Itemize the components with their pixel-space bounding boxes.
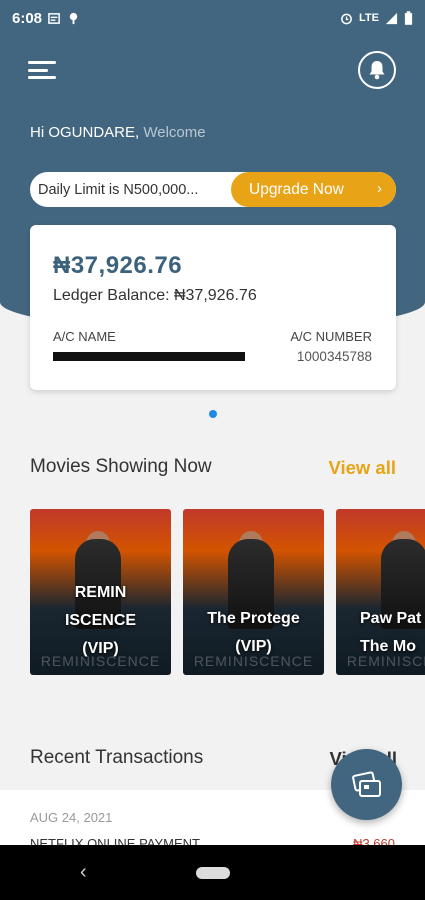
menu-icon-line bbox=[28, 68, 48, 72]
menu-button[interactable] bbox=[28, 58, 56, 82]
cards-icon bbox=[351, 770, 381, 797]
upgrade-label: Upgrade Now bbox=[249, 180, 344, 198]
status-bar: 6:08 LTE bbox=[0, 0, 425, 36]
menu-icon-line bbox=[28, 61, 56, 64]
cards-fab-button[interactable] bbox=[331, 749, 402, 820]
status-time: 6:08 bbox=[12, 9, 43, 27]
movie-card[interactable]: REMIN ISCENCE (VIP) REMINISCENCE bbox=[30, 509, 171, 675]
location-icon bbox=[69, 12, 78, 24]
movies-section-title: Movies Showing Now bbox=[30, 456, 212, 477]
movies-carousel[interactable]: REMIN ISCENCE (VIP) REMINISCENCE The Pro… bbox=[30, 509, 425, 675]
movie-title: REMIN ISCENCE (VIP) bbox=[64, 584, 137, 657]
menu-icon-line bbox=[28, 76, 56, 79]
poster-text: REMINISCENCE bbox=[193, 653, 314, 669]
poster-text: REMINISCENCE bbox=[346, 653, 425, 669]
poster-text: REMINISCENCE bbox=[40, 653, 161, 669]
daily-limit-text: Daily Limit is N500,000... bbox=[38, 181, 199, 198]
home-pill-button[interactable] bbox=[196, 867, 230, 879]
back-icon[interactable]: ‹ bbox=[80, 861, 87, 884]
transaction-date: AUG 24, 2021 bbox=[30, 810, 113, 825]
account-name-label: A/C NAME bbox=[53, 329, 116, 344]
bell-icon bbox=[369, 61, 385, 80]
movies-view-all-link[interactable]: View all bbox=[328, 457, 396, 479]
notifications-button[interactable] bbox=[358, 51, 396, 89]
chevron-right-icon: › bbox=[377, 180, 382, 197]
account-number-label: A/C NUMBER bbox=[290, 329, 372, 344]
account-number: 1000345788 bbox=[296, 349, 372, 364]
greeting-name: Hi OGUNDARE, bbox=[30, 124, 140, 141]
movie-card[interactable]: The Protege (VIP) REMINISCENCE bbox=[183, 509, 324, 675]
greeting: Hi OGUNDARE, Welcome bbox=[30, 124, 206, 141]
alarm-icon bbox=[341, 13, 352, 24]
pager-dot[interactable] bbox=[209, 410, 217, 418]
network-label: LTE bbox=[359, 12, 379, 24]
upgrade-now-button[interactable]: Upgrade Now › bbox=[231, 172, 396, 207]
account-name-redacted bbox=[53, 352, 245, 361]
daily-limit-bar: Daily Limit is N500,000... Upgrade Now › bbox=[30, 172, 396, 207]
balance-card[interactable]: ₦37,926.76 Ledger Balance: ₦37,926.76 A/… bbox=[30, 225, 396, 390]
notification-icon bbox=[48, 12, 60, 24]
system-navigation-bar: ‹ bbox=[0, 845, 425, 900]
signal-icon bbox=[385, 12, 398, 24]
greeting-welcome: Welcome bbox=[143, 124, 206, 141]
movie-card[interactable]: Paw Pat The Mo REMINISCENCE bbox=[336, 509, 425, 675]
available-balance: ₦37,926.76 bbox=[53, 252, 183, 279]
transactions-section-title: Recent Transactions bbox=[30, 747, 204, 768]
ledger-balance: Ledger Balance: ₦37,926.76 bbox=[53, 287, 257, 304]
battery-icon bbox=[404, 10, 413, 25]
